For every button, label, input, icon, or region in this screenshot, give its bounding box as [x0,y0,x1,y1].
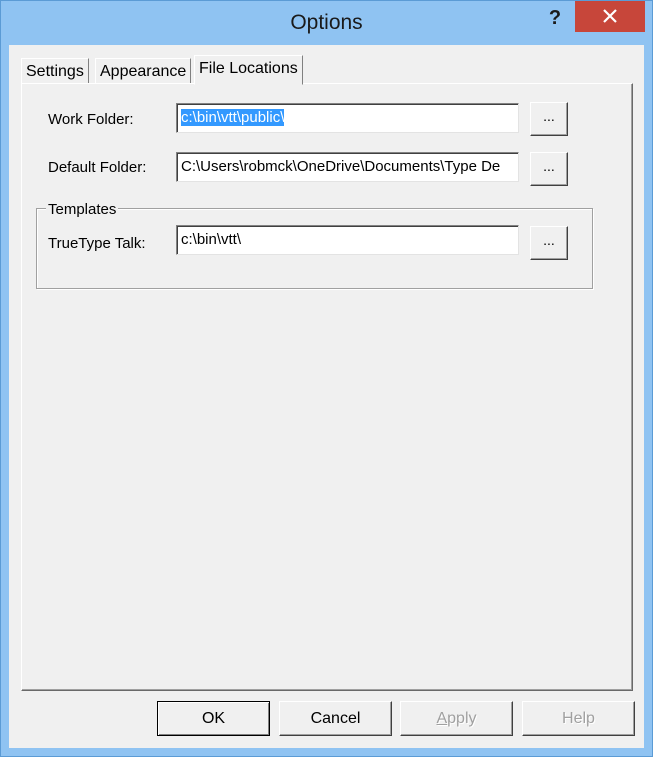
help-icon[interactable]: ? [541,5,569,31]
tab-file-locations[interactable]: File Locations [194,55,303,85]
default-folder-field[interactable]: C:\Users\robmck\OneDrive\Documents\Type … [176,152,519,182]
work-folder-value: c:\bin\vtt\public\ [181,109,285,126]
default-folder-label: Default Folder: [48,159,147,176]
tab-appearance[interactable]: Appearance [95,58,192,83]
cancel-button[interactable]: Cancel [279,701,392,736]
title-bar[interactable]: Options ? [1,1,652,45]
work-folder-browse-button[interactable]: ... [530,102,568,136]
apply-mnemonic: A [436,710,448,727]
ok-button[interactable]: OK [157,701,270,736]
truetype-talk-field[interactable]: c:\bin\vtt\ [176,225,519,255]
work-folder-field[interactable]: c:\bin\vtt\public\ [176,103,519,133]
default-folder-browse-button[interactable]: ... [530,152,568,186]
apply-label-rest: pply [447,710,477,727]
truetype-talk-label: TrueType Talk: [48,235,146,252]
apply-button[interactable]: Apply [400,701,513,736]
help-button[interactable]: Help [522,701,635,736]
close-icon [603,9,617,23]
work-folder-label: Work Folder: [48,111,134,128]
tab-settings[interactable]: Settings [21,58,89,83]
templates-group-title: Templates [46,201,119,218]
close-button[interactable] [575,1,645,32]
dialog-client-area: Settings Appearance File Locations Work … [9,45,644,748]
truetype-talk-browse-button[interactable]: ... [530,226,568,260]
options-dialog: Options ? Settings Appearance File Locat… [0,0,653,757]
